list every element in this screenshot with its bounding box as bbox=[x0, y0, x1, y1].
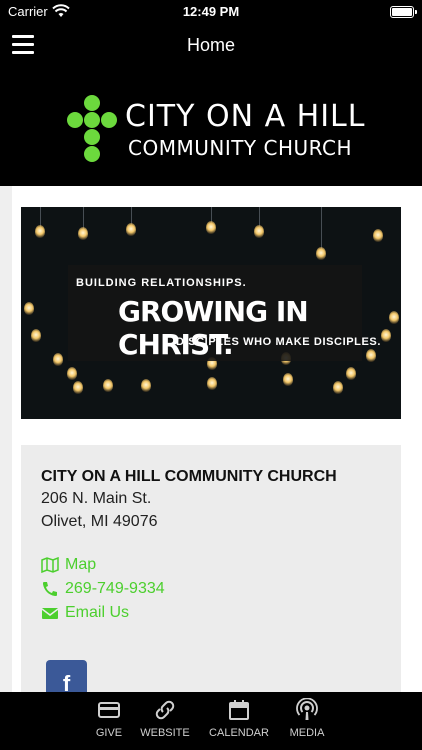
page-title: Home bbox=[186, 35, 235, 55]
tab-calendar-label: CALENDAR bbox=[209, 727, 269, 739]
tab-website-label: WEBSITE bbox=[140, 727, 190, 739]
clock: 12:49 PM bbox=[182, 4, 240, 19]
map-link[interactable]: Map bbox=[41, 555, 96, 575]
link-icon bbox=[155, 700, 175, 720]
envelope-icon bbox=[41, 608, 59, 619]
tab-website[interactable]: WEBSITE bbox=[130, 698, 200, 739]
logo-title: CITY ON A HILL bbox=[125, 99, 366, 134]
email-link-label: Email Us bbox=[65, 604, 130, 621]
battery-icon bbox=[390, 6, 417, 18]
address-line-1: 206 N. Main St. bbox=[41, 490, 152, 507]
phone-link-label: 269-749-9334 bbox=[65, 580, 165, 597]
hero-tagline-2: DISCIPLES WHO MAKE DISCIPLES. bbox=[176, 336, 382, 348]
nav-bar: Home bbox=[0, 24, 422, 68]
hero-headline: GROWING IN CHRIST. bbox=[118, 295, 309, 361]
tab-media[interactable]: MEDIA bbox=[272, 698, 342, 739]
phone-icon bbox=[43, 582, 57, 596]
credit-card-icon bbox=[98, 702, 120, 718]
map-link-label: Map bbox=[65, 556, 97, 573]
church-name: CITY ON A HILL COMMUNITY CHURCH bbox=[41, 468, 337, 485]
tab-bar: GIVE WEBSITE CALENDAR MEDIA bbox=[0, 692, 422, 750]
cross-logo-icon bbox=[67, 95, 117, 162]
tab-media-label: MEDIA bbox=[289, 727, 325, 739]
address-line-2: Olivet, MI 49076 bbox=[41, 513, 158, 530]
status-bar: Carrier 12:49 PM bbox=[0, 0, 422, 24]
calendar-icon bbox=[229, 700, 249, 720]
email-link[interactable]: Email Us bbox=[41, 603, 129, 623]
battery-level bbox=[392, 8, 412, 16]
tab-calendar[interactable]: CALENDAR bbox=[204, 698, 274, 739]
map-icon bbox=[41, 557, 59, 573]
phone-link[interactable]: 269-749-9334 bbox=[41, 579, 165, 599]
podcast-icon bbox=[296, 698, 318, 720]
logo-subtitle: COMMUNITY CHURCH bbox=[128, 136, 353, 160]
hero-tagline-1: BUILDING RELATIONSHIPS. bbox=[76, 277, 247, 289]
